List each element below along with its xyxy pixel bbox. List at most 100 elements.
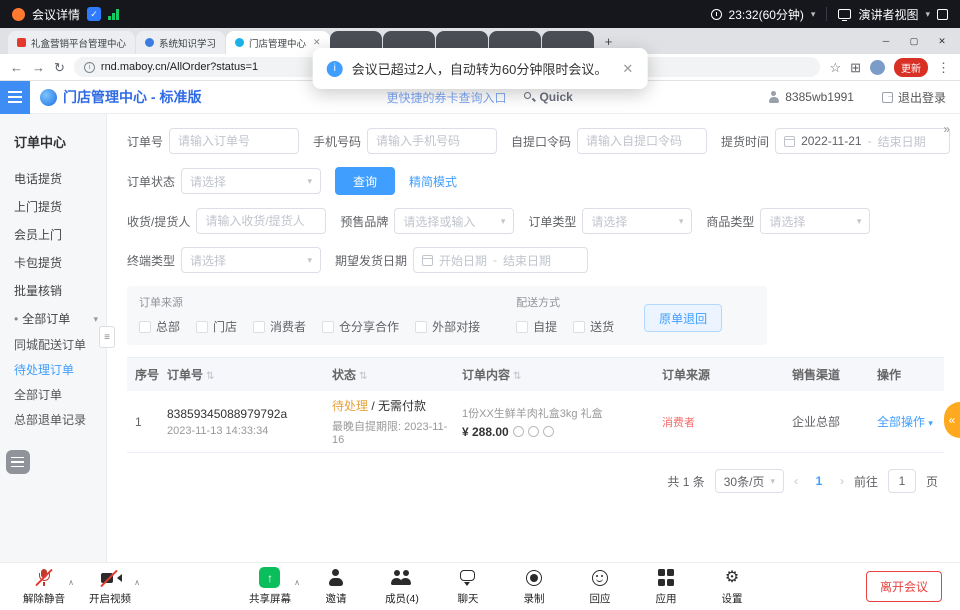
prev-page-icon[interactable]: ‹ [794,474,798,488]
order-type-select[interactable]: 请选择 ▾ [582,208,692,234]
sidebar: 订单中心 电话提货 上门提货 会员上门 卡包提货 批量核销 •全部订单▾ 同城配… [0,114,107,562]
terminal-type-select[interactable]: 请选择 ▾ [181,247,321,273]
back-icon[interactable]: ← [10,61,23,74]
logout-button[interactable]: 退出登录 [882,89,946,106]
goto-page-input[interactable]: 1 [888,469,916,493]
sort-icon[interactable]: ⇅ [206,371,214,382]
browser-tab[interactable]: 礼盒营销平台管理中心 [8,31,135,54]
site-info-icon[interactable]: i [84,62,95,73]
receiver-input[interactable] [196,208,326,234]
checkbox-share-warehouse[interactable]: 仓分享合作 [322,318,399,335]
col-status[interactable]: 状态⇅ [332,366,462,383]
chevron-up-icon[interactable]: ∧ [68,578,74,587]
checkbox-external[interactable]: 外部对接 [415,318,480,335]
presale-brand-select[interactable]: 请选择或输入 ▾ [394,208,514,234]
menu-dots-icon[interactable]: ⋮ [937,61,950,74]
close-icon[interactable]: ✕ [928,36,956,47]
share-screen-button[interactable]: ↑ 共享屏幕 ∧ [244,568,296,606]
page-size-select[interactable]: 30条/页 ▾ [715,469,784,493]
sidebar-collapse-handle[interactable]: ≡ [99,326,115,348]
reload-icon[interactable]: ↻ [54,61,65,74]
quick-search[interactable]: Quick [524,90,572,104]
leave-meeting-button[interactable]: 离开会议 [866,571,942,602]
browser-tab[interactable]: 系统知识学习 [136,31,225,54]
record-icon [526,570,542,586]
view-mode-button[interactable]: 演讲者视图 [858,6,918,23]
pickup-date-range[interactable]: 2022-11-21 - 结束日期 [775,128,950,154]
meeting-top-bar: 会议详情 ✓ 23:32(60分钟) ▾ 演讲者视图 ▾ [0,0,960,28]
fullscreen-icon[interactable] [937,9,948,20]
next-page-icon[interactable]: › [840,474,844,488]
members-button[interactable]: 成员(4) [376,568,428,606]
apps-button[interactable]: 应用 [640,568,692,606]
sidebar-toggle-button[interactable] [0,81,30,114]
sidebar-child-all-orders[interactable]: 全部订单 [0,383,106,408]
col-index: 序号 [127,366,167,383]
original-order-return-button[interactable]: 原单退回 [644,304,722,332]
col-channel: 销售渠道 [792,366,877,383]
sort-icon[interactable]: ⇅ [513,371,521,382]
extensions-icon[interactable]: ⊞ [850,61,861,74]
goods-type-select[interactable]: 请选择 ▾ [760,208,870,234]
order-status-label: 订单状态 [127,173,175,190]
sidebar-item-door-pickup[interactable]: 上门提货 [0,193,106,221]
reaction-button[interactable]: 回应 [574,568,626,606]
order-status-select[interactable]: 请选择 ▾ [181,168,321,194]
browser-profile-avatar[interactable] [870,60,885,75]
sidebar-child-city-delivery[interactable]: 同城配送订单 [0,333,106,358]
col-order-no[interactable]: 订单号⇅ [167,366,332,383]
col-content[interactable]: 订单内容⇅ [462,366,662,383]
phone-input[interactable] [367,128,497,154]
sidebar-item-member-visit[interactable]: 会员上门 [0,221,106,249]
annotation-tool-icon[interactable] [6,450,30,474]
select-placeholder: 请选择 [190,252,226,269]
bookmark-star-icon[interactable]: ☆ [829,61,841,74]
chat-button[interactable]: 聊天 [442,568,494,606]
record-button[interactable]: 录制 [508,568,560,606]
tab-close-icon[interactable]: ✕ [313,37,321,48]
cell-action-dropdown[interactable]: 全部操作 ▾ [877,413,943,430]
checkbox-consumer[interactable]: 消费者 [253,318,306,335]
checkbox-delivery[interactable]: 送货 [573,318,614,335]
toast-close-icon[interactable]: ✕ [622,61,633,77]
meeting-details-button[interactable]: 会议详情 [32,6,80,23]
date-separator: - [493,253,497,267]
sidebar-item-all-orders[interactable]: •全部订单▾ [0,305,106,333]
update-badge[interactable]: 更新 [894,58,928,77]
sidebar-child-pending-orders[interactable]: 待处理订单 [0,358,106,383]
sidebar-item-card-pickup[interactable]: 卡包提货 [0,249,106,277]
forward-icon[interactable]: → [32,61,45,74]
pickup-code-input[interactable] [577,128,707,154]
sidebar-item-batch-verify[interactable]: 批量核销 [0,277,106,305]
security-shield-icon[interactable]: ✓ [87,7,101,21]
search-button[interactable]: 查询 [335,167,395,195]
collapse-panel-icon[interactable]: » [943,122,950,136]
maximize-icon[interactable]: ▢ [900,36,928,47]
settings-button[interactable]: ⚙ 设置 [706,568,758,606]
chevron-up-icon[interactable]: ∧ [294,578,300,587]
chevron-up-icon[interactable]: ∧ [134,578,140,587]
checkbox-store[interactable]: 门店 [196,318,237,335]
checkbox-hq[interactable]: 总部 [139,318,180,335]
user-account[interactable]: 8385wb1991 [767,90,854,104]
sort-icon[interactable]: ⇅ [359,371,367,382]
checkbox-self-pickup[interactable]: 自提 [516,318,557,335]
sidebar-child-hq-refunds[interactable]: 总部退单记录 [0,408,106,433]
simple-mode-link[interactable]: 精简模式 [409,173,457,190]
info-icon: i [327,61,343,77]
order-no-input[interactable] [169,128,299,154]
unmute-button[interactable]: 解除静音 ∧ [18,568,70,606]
expect-ship-date-range[interactable]: 开始日期 - 结束日期 [413,247,588,273]
status-extra: / 无需付款 [371,399,426,413]
coupon-query-link[interactable]: 更快捷的券卡查询入口 [386,89,506,106]
invite-button[interactable]: 邀请 [310,568,362,606]
chevron-down-icon[interactable]: ▾ [925,9,930,20]
order-price: ¥ 288.00 [462,425,509,439]
minimize-icon[interactable]: ─ [872,36,900,46]
screen: 会议详情 ✓ 23:32(60分钟) ▾ 演讲者视图 ▾ 礼盒营销平台管理中心 … [0,0,960,610]
sidebar-item-phone-pickup[interactable]: 电话提货 [0,165,106,193]
start-video-button[interactable]: 开启视频 ∧ [84,568,136,606]
chevron-down-icon[interactable]: ▾ [811,9,816,20]
meeting-timer[interactable]: 23:32(60分钟) [729,6,804,23]
page-number[interactable]: 1 [808,470,830,492]
